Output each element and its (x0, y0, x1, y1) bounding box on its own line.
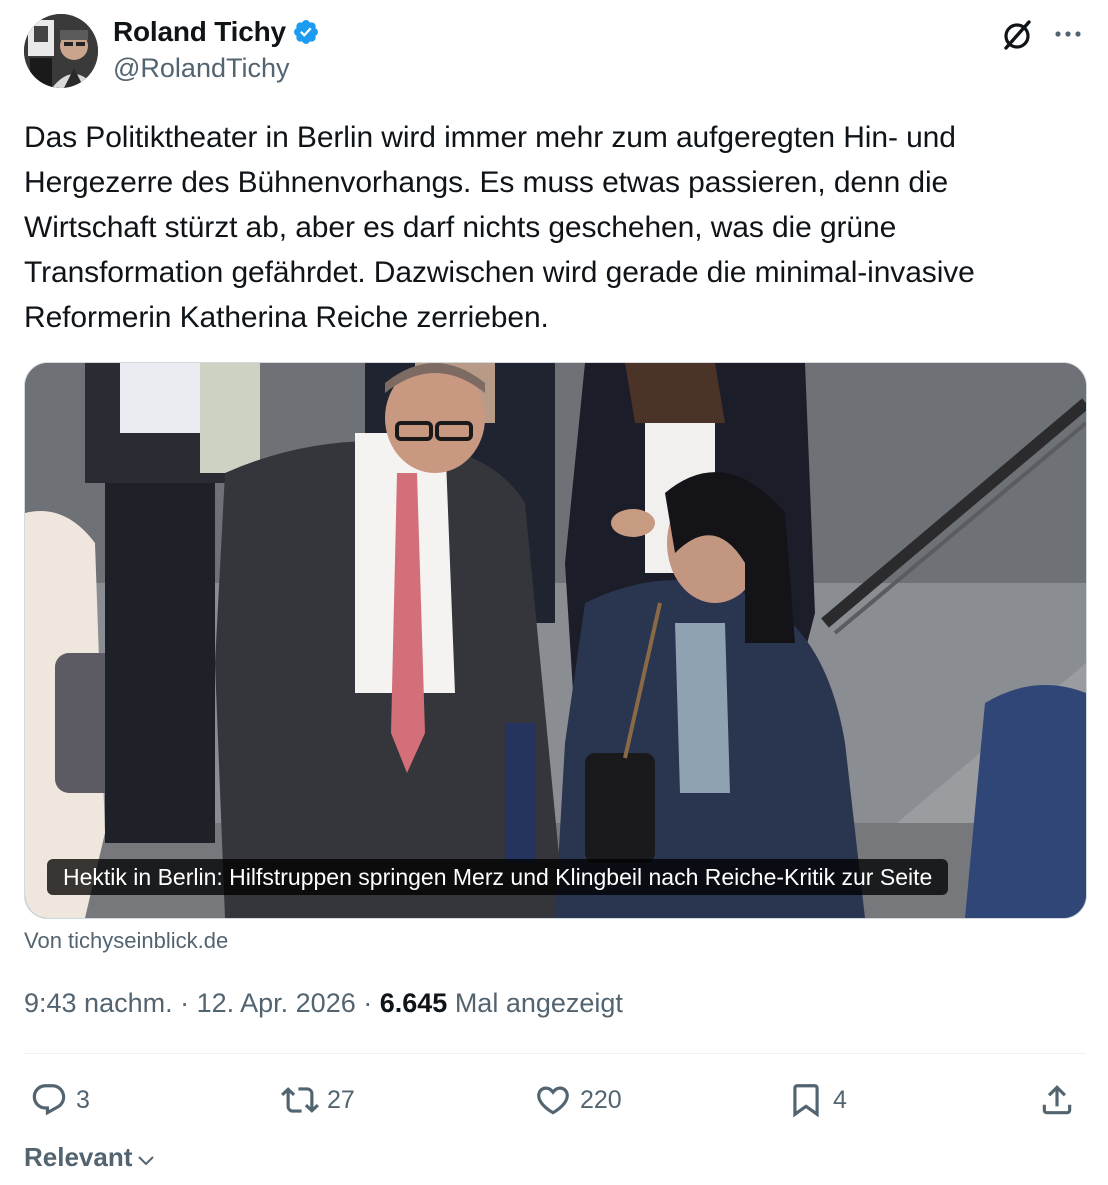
tweet-date[interactable]: 12. Apr. 2026 (197, 988, 356, 1018)
like-button[interactable]: 220 (534, 1077, 622, 1123)
repost-button[interactable]: 27 (281, 1077, 355, 1123)
tweet-text-line: Wirtschaft stürzt ab, aber es darf nicht… (24, 211, 897, 244)
link-card-image (25, 363, 1086, 918)
tweet-time[interactable]: 9:43 nachm. (24, 988, 173, 1018)
avatar[interactable] (24, 14, 98, 88)
chevron-down-icon (134, 1144, 158, 1172)
reply-icon (30, 1081, 68, 1119)
avatar-image (24, 14, 98, 88)
bookmark-count: 4 (833, 1085, 847, 1114)
views-label: Mal angezeigt (447, 988, 623, 1018)
tweet: Roland Tichy @RolandTichy Das Politikthe… (0, 0, 1108, 1185)
grok-icon[interactable] (998, 16, 1036, 54)
reply-button[interactable]: 3 (30, 1077, 90, 1123)
bookmark-button[interactable]: 4 (787, 1077, 847, 1123)
like-count: 220 (580, 1085, 622, 1114)
share-icon (1038, 1081, 1076, 1119)
author-handle[interactable]: @RolandTichy (113, 53, 289, 84)
tweet-text-line: Transformation gefährdet. Dazwischen wir… (24, 256, 975, 289)
views-count: 6.645 (379, 988, 448, 1018)
tweet-text: Das Politiktheater in Berlin wird immer … (24, 115, 1088, 340)
link-card-caption: Hektik in Berlin: Hilfstruppen springen … (47, 859, 949, 895)
tweet-text-line: Hergezerre des Bühnenvorhangs. Es muss e… (24, 166, 949, 199)
sort-label: Relevant (24, 1142, 133, 1172)
tweet-text-line: Reformerin Katherina Reiche zerrieben. (24, 301, 549, 334)
meta-separator: · (355, 988, 380, 1018)
verified-badge-icon (292, 18, 320, 46)
author-name-row: Roland Tichy (113, 15, 320, 49)
repost-count: 27 (327, 1085, 355, 1114)
meta-separator: · (172, 988, 197, 1018)
reply-count: 3 (76, 1085, 90, 1114)
share-button[interactable] (1038, 1077, 1076, 1123)
more-options-icon[interactable] (1052, 20, 1084, 48)
repost-icon (281, 1081, 319, 1119)
bookmark-icon (787, 1081, 825, 1119)
tweet-meta: 9:43 nachm. · 12. Apr. 2026 · 6.645 Mal … (24, 988, 623, 1019)
author-display-name[interactable]: Roland Tichy (113, 16, 286, 48)
tweet-text-line: Das Politiktheater in Berlin wird immer … (24, 121, 956, 154)
link-card-source[interactable]: Von tichyseinblick.de (24, 928, 228, 954)
like-icon (534, 1081, 572, 1119)
divider (24, 1053, 1086, 1054)
link-card[interactable]: Hektik in Berlin: Hilfstruppen springen … (24, 362, 1087, 919)
replies-sort-dropdown[interactable]: Relevant (24, 1142, 158, 1173)
